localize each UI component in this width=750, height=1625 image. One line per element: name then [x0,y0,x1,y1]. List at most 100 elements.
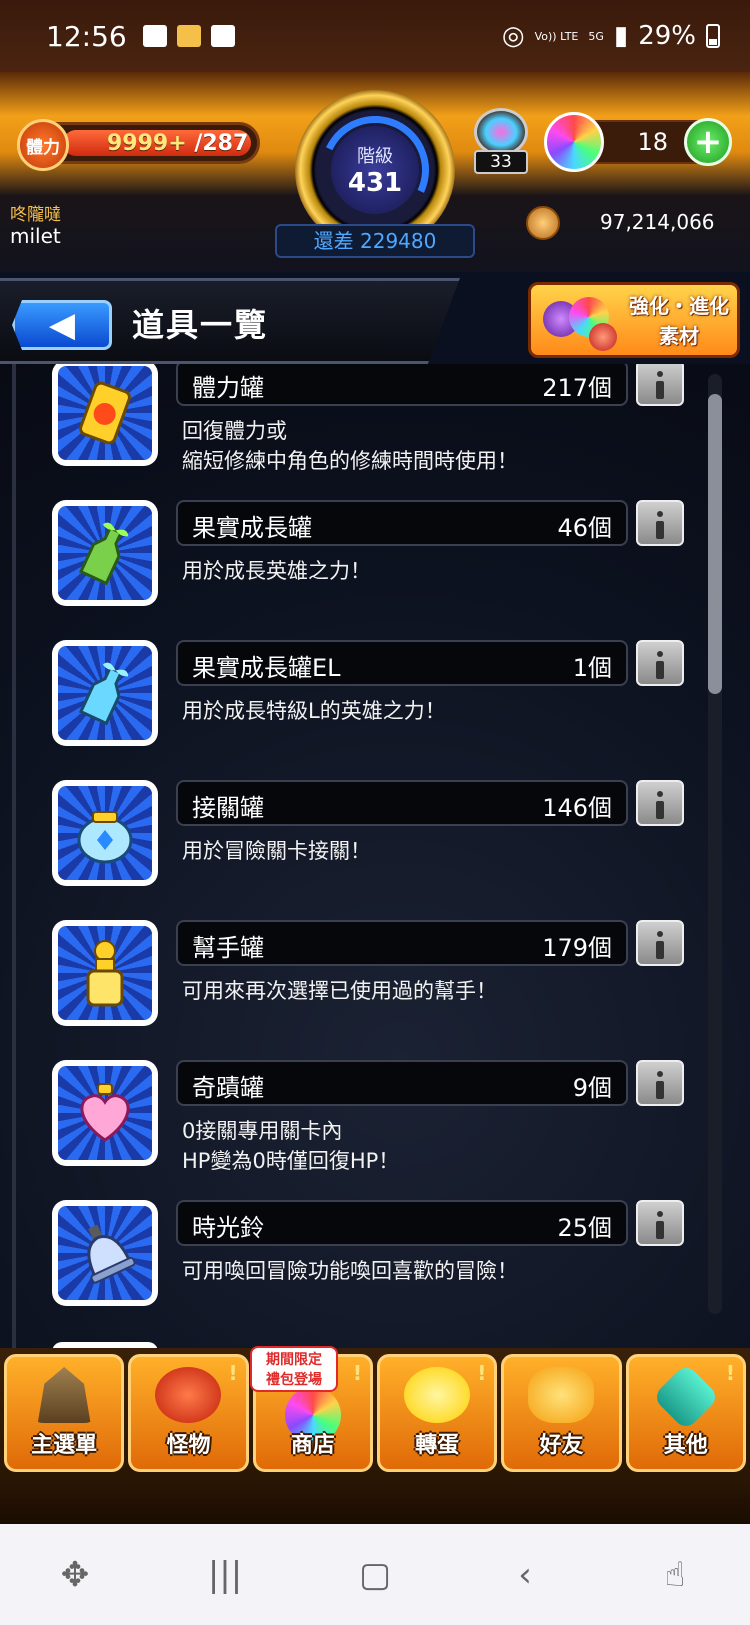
list-item[interactable]: 接關罐 146個 用於冒險關卡接關！ [0,780,690,910]
nav-label: 好友 [539,1433,584,1458]
stamina-current: 9999+ [107,131,187,156]
item-count: 179個 [542,934,612,962]
materials-icon [539,291,619,351]
nav-label: 商店 [290,1433,335,1458]
list-item[interactable]: 果實成長罐 46個 用於成長英雄之力！ [0,500,690,630]
android-nav-bar: ✥ ||| ▢ ‹ ☝ [0,1524,750,1625]
limited-offer-badge[interactable]: 期間限定 禮包登場 [250,1346,338,1392]
item-info-button[interactable] [636,920,684,966]
home-icon[interactable]: ▢ [345,1555,405,1595]
nav-label: 主選單 [31,1433,98,1458]
nav-footer [0,1478,750,1524]
coin-amount: 97,214,066 [600,210,715,234]
item-description: 可用來再次選擇已使用過的幫手！ [182,976,497,1006]
rank-inner: 階級 431 [331,126,419,214]
nav-other[interactable]: ! 其他 [625,1354,746,1472]
recent-apps-icon[interactable]: ||| [195,1555,255,1595]
item-icon-frame [52,1200,158,1306]
nav-monsters[interactable]: ! 怪物 [128,1354,249,1472]
friends-icon [528,1367,595,1423]
bell-glyph [87,1224,136,1284]
exp-remaining: 還差 229480 [275,224,475,258]
monster-icon [155,1367,222,1423]
enhance-line2: 素材 [659,324,699,348]
item-desc-line: 用於成長英雄之力！ [182,559,371,583]
game-header: 體力 9999+ /287 階級 431 還差 229480 33 18 + 咚… [0,72,750,272]
item-name: 奇蹟罐 [192,1074,264,1102]
stamina-bar[interactable]: 體力 9999+ /287 [17,119,260,171]
item-desc-line: 回復體力或 [182,419,287,443]
orb-icon [544,112,604,172]
alert-icon: ! [228,1361,238,1385]
item-name-bar: 幫手罐 179個 [176,920,628,966]
list-item[interactable]: 時光鈴 25個 可用喚回冒險功能喚回喜歡的冒險！ [0,1200,690,1330]
item-name: 接關罐 [192,794,264,822]
list-item[interactable]: 奇蹟罐 9個 0接關專用關卡內 HP變為0時僅回復HP！ [0,1060,690,1190]
stamina-can-icon [58,366,152,460]
fruit-growth-el-bottle-icon [58,646,152,740]
list-item[interactable]: 果實成長罐EL 1個 用於成長特級L的英雄之力！ [0,640,690,770]
helper-jar-icon [58,926,152,1020]
item-description: 可用喚回冒險功能喚回喜歡的冒險！ [182,1256,518,1286]
enhance-evolve-materials-button[interactable]: 強化・進化 素材 [528,282,740,358]
alert-icon: ! [352,1361,362,1385]
status-time: 12:56 [46,19,127,53]
item-desc-line: 0接關專用關卡內 [182,1119,343,1143]
list-item[interactable]: 體力罐 217個 回復體力或 縮短修練中角色的修練時間時使用！ [0,364,690,490]
hotspot-icon: ◎ [501,21,525,51]
item-desc-line: 可用來再次選擇已使用過的幫手！ [182,979,497,1003]
nav-friends[interactable]: 好友 [501,1354,622,1472]
item-name: 時光鈴 [192,1214,264,1242]
game-launcher-icon[interactable]: ✥ [45,1555,105,1595]
item-description: 0接關專用關卡內 HP變為0時僅回復HP！ [182,1116,399,1176]
item-name-bar: 時光鈴 25個 [176,1200,628,1246]
item-info-button[interactable] [636,640,684,686]
item-description: 用於成長英雄之力！ [182,556,371,586]
question-mark-icon [651,1363,720,1431]
list-item[interactable]: 幫手罐 179個 可用來再次選擇已使用過的幫手！ [0,920,690,1050]
bottom-nav: 主選單 ! 怪物 ! 商店 ! 轉蛋 好友 ! 其他 [0,1348,750,1478]
item-info-button[interactable] [636,780,684,826]
continue-jar-icon [58,786,152,880]
item-icon-frame [52,364,158,466]
enhance-label: 強化・進化 素材 [621,291,737,351]
item-name-bar: 接關罐 146個 [176,780,628,826]
item-description: 用於成長特級L的英雄之力！ [182,696,446,726]
item-info-button[interactable] [636,500,684,546]
token-counter[interactable]: 33 [470,108,532,174]
item-info-button[interactable] [636,1060,684,1106]
stamina-can-glyph [79,381,131,445]
item-name: 幫手罐 [192,934,264,962]
back-button[interactable]: ◀ [12,300,112,350]
token-count: 33 [474,150,528,174]
item-list[interactable]: 體力罐 217個 回復體力或 縮短修練中角色的修練時間時使用！ 果實成長罐 46… [0,364,750,1348]
nav-main-menu[interactable]: 主選單 [4,1354,125,1472]
item-desc-line: 用於冒險關卡接關！ [182,839,371,863]
helper-jar-glyph [86,940,124,1007]
item-name-bar: 體力罐 217個 [176,364,628,406]
check-notification-icon [210,25,235,47]
coin-icon [526,206,560,240]
item-name-bar: 果實成長罐EL 1個 [176,640,628,686]
promo-line2: 禮包登場 [266,1372,322,1388]
orb-count: 18 [637,128,668,156]
token-icon [474,108,528,156]
scrollbar-thumb[interactable] [708,394,722,694]
volte-icon: Vo)) LTE [534,29,579,43]
miracle-heart-jar-icon [58,1066,152,1160]
item-name-bar: 奇蹟罐 9個 [176,1060,628,1106]
add-orbs-button[interactable]: + [684,118,732,166]
item-desc-line: HP變為0時僅回復HP！ [182,1149,400,1173]
scrollbar[interactable] [708,374,722,1314]
item-info-button[interactable] [636,364,684,406]
alert-icon: ! [477,1361,487,1385]
castle-icon [37,1367,91,1423]
back-icon[interactable]: ‹ [495,1555,555,1595]
item-icon-frame [52,640,158,746]
nav-gacha[interactable]: ! 轉蛋 [376,1354,498,1472]
stamina-text: 9999+ /287 [107,131,248,156]
touch-protection-icon[interactable]: ☝ [645,1555,705,1595]
item-info-button[interactable] [636,1200,684,1246]
nav-label: 轉蛋 [415,1433,460,1458]
item-name: 果實成長罐 [192,514,312,542]
